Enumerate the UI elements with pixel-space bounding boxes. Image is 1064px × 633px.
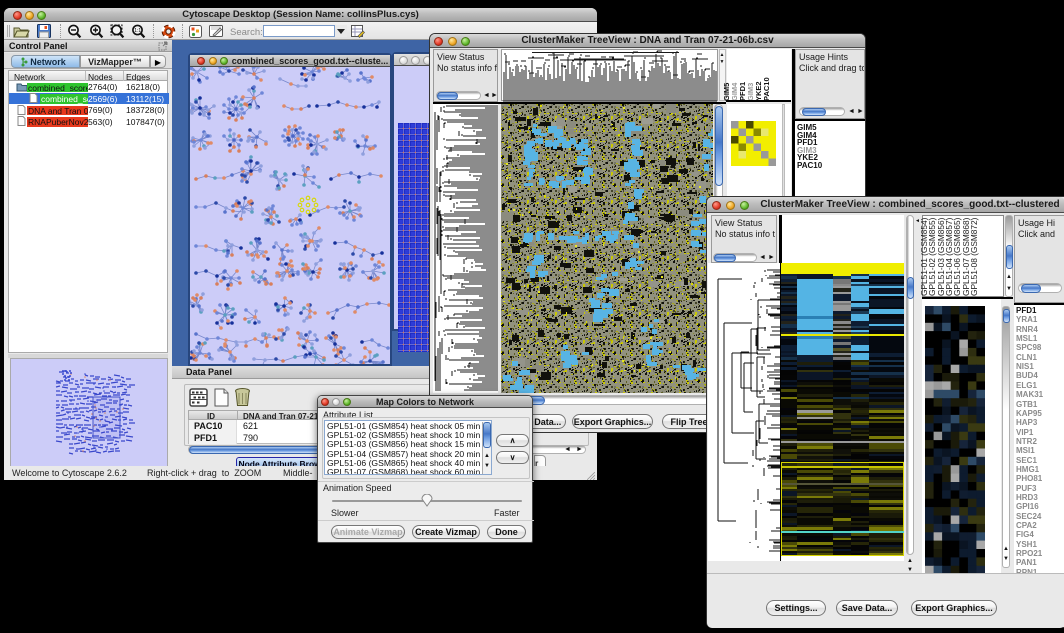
svg-text:1:1: 1:1	[134, 28, 141, 34]
